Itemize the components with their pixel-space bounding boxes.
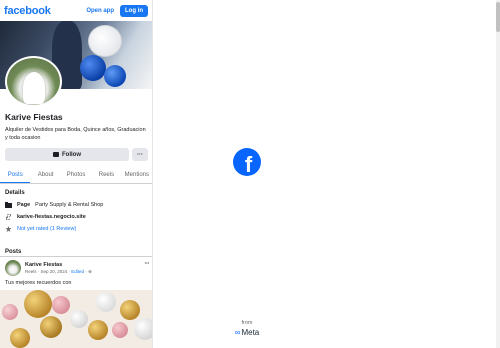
globe-icon: ⊕ bbox=[88, 268, 92, 274]
posts-divider bbox=[0, 256, 152, 257]
post-balloon bbox=[112, 322, 128, 338]
from-label: from bbox=[241, 320, 253, 326]
follow-button[interactable]: Follow bbox=[5, 148, 129, 161]
link-icon bbox=[5, 213, 12, 220]
post-balloon bbox=[70, 310, 88, 328]
meta-wordmark: ∞ Meta bbox=[232, 328, 262, 337]
follow-label: Follow bbox=[62, 151, 81, 158]
post-author[interactable]: Karive Fiestas bbox=[25, 262, 92, 268]
post-subline: Reels · Sep 20, 2024 · Edited · ⊕ bbox=[25, 268, 92, 274]
post-balloon bbox=[40, 316, 62, 338]
avatar-gown-shape bbox=[23, 72, 45, 104]
post-edited: Edited bbox=[71, 268, 85, 274]
post-balloon bbox=[24, 290, 52, 318]
page-label: Page bbox=[17, 201, 31, 208]
mobile-page-panel: facebook Open app Log in Karive Fiestas … bbox=[0, 0, 153, 348]
details-section: Details Page Party Supply & Rental Shop … bbox=[5, 190, 148, 232]
tab-photos[interactable]: Photos bbox=[61, 167, 91, 183]
details-title: Details bbox=[5, 190, 25, 196]
post-options-button[interactable]: ··· bbox=[145, 261, 150, 267]
meta-label: Meta bbox=[241, 328, 260, 337]
more-options-button[interactable]: ··· bbox=[132, 148, 148, 161]
post-balloon bbox=[2, 304, 18, 320]
facebook-f-glyph: f bbox=[244, 151, 253, 177]
meta-infinity-icon: ∞ bbox=[234, 328, 241, 337]
login-button[interactable]: Log in bbox=[120, 4, 148, 17]
post-balloon bbox=[52, 296, 70, 314]
post-balloon bbox=[88, 320, 108, 340]
post-author-avatar[interactable] bbox=[5, 260, 21, 276]
tab-mentions[interactable]: Mentions bbox=[122, 167, 152, 183]
page-category: Party Supply & Rental Shop bbox=[35, 201, 104, 208]
website-link[interactable]: karive-fiestas.negocio.site bbox=[17, 214, 86, 220]
detail-website: karive-fiestas.negocio.site bbox=[5, 213, 148, 220]
scrollbar-track[interactable] bbox=[496, 0, 500, 348]
cover-balloon-blue bbox=[80, 55, 106, 81]
post-card: Karive Fiestas Reels · Sep 20, 2024 · Ed… bbox=[0, 259, 152, 348]
post-source: Reels bbox=[25, 268, 37, 274]
post-text: Tus mejores recuerdos con bbox=[5, 280, 72, 286]
topbar-actions: Open app Log in bbox=[86, 4, 148, 17]
chat-icon bbox=[53, 152, 59, 157]
posts-title: Posts bbox=[5, 249, 22, 255]
page-icon bbox=[5, 201, 12, 208]
cover-balloon-blue-2 bbox=[104, 65, 126, 87]
post-meta: Karive Fiestas Reels · Sep 20, 2024 · Ed… bbox=[25, 262, 92, 275]
post-balloon bbox=[96, 292, 116, 312]
star-icon bbox=[5, 225, 12, 232]
from-meta-branding: from ∞ Meta bbox=[232, 320, 262, 337]
post-balloon bbox=[134, 318, 152, 340]
facebook-center-logo: f bbox=[233, 148, 261, 177]
post-image[interactable] bbox=[0, 290, 152, 348]
post-date[interactable]: Sep 20, 2024 bbox=[41, 269, 68, 274]
tab-posts[interactable]: Posts bbox=[0, 167, 31, 183]
post-balloon bbox=[10, 328, 30, 348]
top-bar: facebook Open app Log in bbox=[0, 0, 152, 21]
profile-info: Karive Fiestas Alquiler de Vestidos para… bbox=[5, 112, 148, 142]
detail-rating: Not yet rated (1 Review) bbox=[5, 225, 148, 232]
tab-reels[interactable]: Reels bbox=[91, 167, 121, 183]
rating-link[interactable]: Not yet rated (1 Review) bbox=[17, 226, 76, 232]
cover-balloon-white bbox=[88, 25, 122, 57]
facebook-logo[interactable]: facebook bbox=[4, 5, 51, 17]
background-area bbox=[153, 0, 500, 348]
post-header: Karive Fiestas Reels · Sep 20, 2024 · Ed… bbox=[0, 259, 152, 277]
profile-actions: Follow ··· bbox=[5, 148, 148, 161]
tab-about[interactable]: About bbox=[30, 167, 60, 183]
open-app-link[interactable]: Open app bbox=[86, 8, 114, 14]
profile-tabs: Posts About Photos Reels Mentions bbox=[0, 167, 152, 184]
post-balloon bbox=[120, 300, 140, 320]
page-bio: Alquiler de Vestidos para Boda, Quince a… bbox=[5, 127, 146, 141]
scrollbar-thumb[interactable] bbox=[496, 2, 500, 32]
profile-avatar[interactable] bbox=[5, 56, 62, 107]
page-name: Karive Fiestas bbox=[5, 112, 63, 122]
detail-page-category: Page Party Supply & Rental Shop bbox=[5, 201, 148, 208]
